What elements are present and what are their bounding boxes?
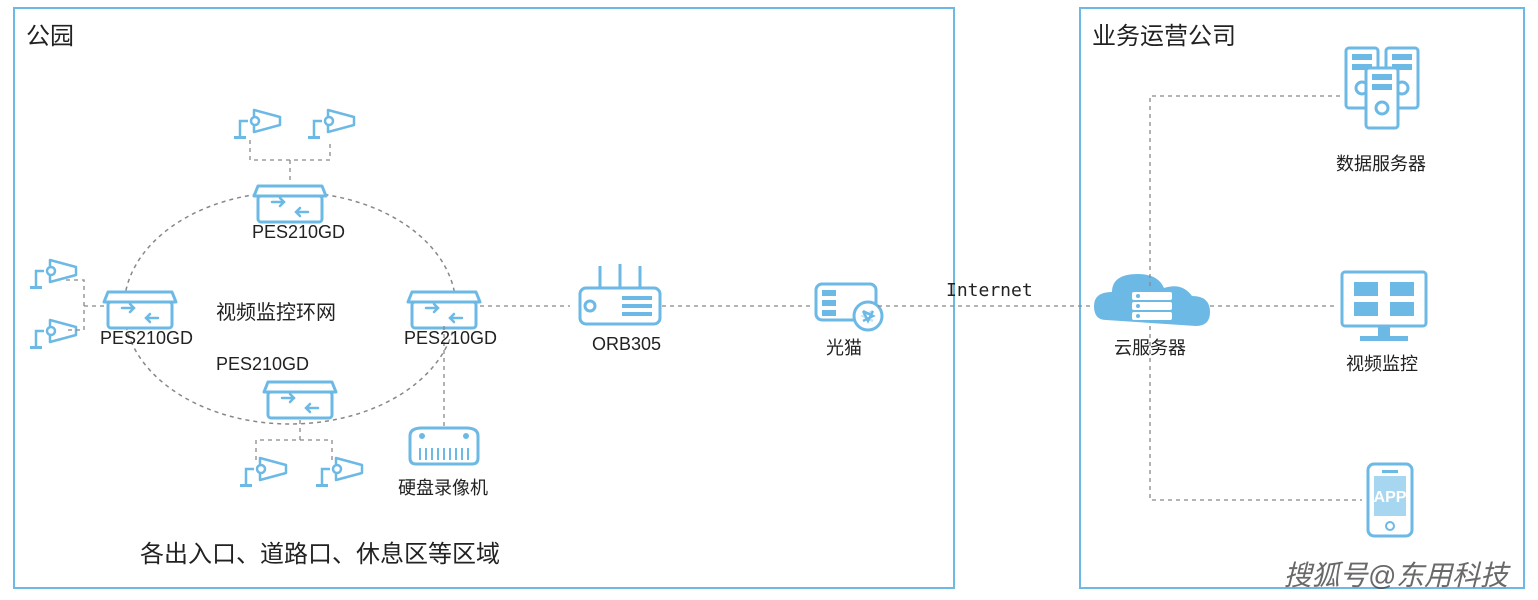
camera-icon bbox=[316, 458, 362, 487]
nvr-label: 硬盘录像机 bbox=[398, 474, 488, 500]
diagram-root: { "park": { "title": "公园", "ring_label":… bbox=[0, 0, 1538, 600]
ring-label: 视频监控环网 bbox=[216, 296, 336, 325]
monitor-label: 视频监控 bbox=[1346, 350, 1418, 376]
modem-label: 光猫 bbox=[826, 334, 862, 360]
switch-top-icon bbox=[254, 186, 326, 222]
monitor-icon bbox=[1342, 272, 1426, 341]
cloud-server-icon bbox=[1094, 274, 1210, 326]
nvr-icon bbox=[410, 428, 478, 464]
company-title: 业务运营公司 bbox=[1092, 16, 1236, 51]
app-icon bbox=[1368, 464, 1412, 536]
camera-icon bbox=[30, 320, 76, 349]
camera-icon bbox=[308, 110, 354, 139]
switch-left-icon bbox=[104, 292, 176, 328]
switch-bottom-label: PES210GD bbox=[216, 354, 309, 375]
router-icon bbox=[580, 264, 660, 324]
switch-right-icon bbox=[408, 292, 480, 328]
servers-label: 数据服务器 bbox=[1336, 150, 1426, 176]
camera-icon bbox=[30, 260, 76, 289]
park-footer: 各出入口、道路口、休息区等区域 bbox=[140, 534, 500, 569]
camera-icon bbox=[240, 458, 286, 487]
modem-icon bbox=[816, 284, 882, 330]
switch-left-label: PES210GD bbox=[100, 328, 193, 349]
server-icon bbox=[1366, 68, 1398, 128]
watermark: 搜狐号@东用科技 bbox=[1284, 554, 1508, 594]
camera-icon bbox=[234, 110, 280, 139]
switch-bottom-icon bbox=[264, 382, 336, 418]
switch-top-label: PES210GD bbox=[252, 222, 345, 243]
router-label: ORB305 bbox=[592, 334, 661, 355]
park-title: 公园 bbox=[26, 16, 74, 51]
switch-right-label: PES210GD bbox=[404, 328, 497, 349]
internet-label: Internet bbox=[946, 280, 1033, 301]
cloud-label: 云服务器 bbox=[1114, 334, 1186, 360]
